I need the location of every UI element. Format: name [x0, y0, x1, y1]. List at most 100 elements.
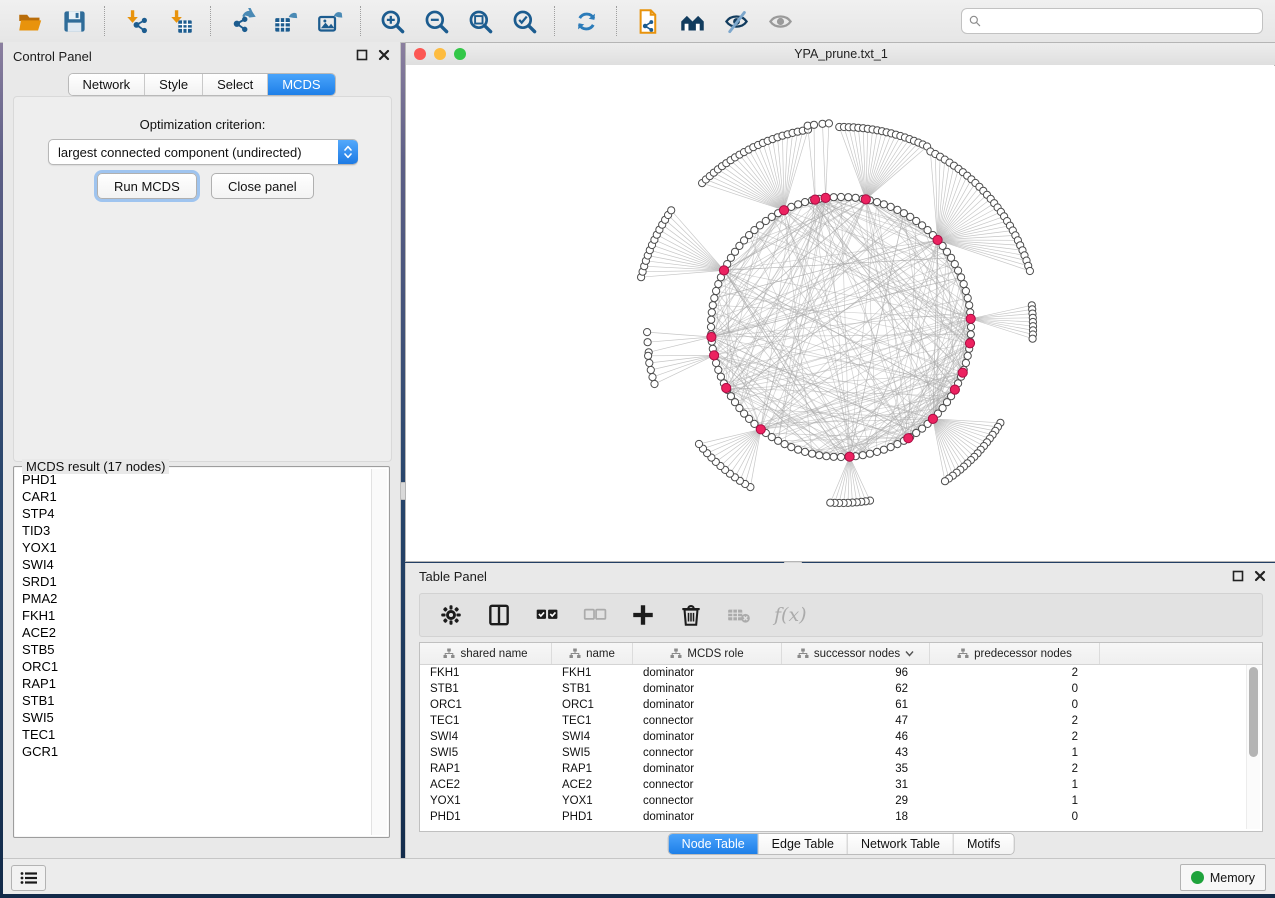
hide-selected-button[interactable] — [721, 6, 751, 36]
mcds-result-item[interactable]: ORC1 — [16, 658, 371, 675]
ring-node[interactable] — [873, 448, 880, 455]
select-all-rows-button[interactable] — [534, 602, 560, 628]
add-column-button[interactable] — [630, 602, 656, 628]
mcds-hub-node[interactable] — [950, 385, 959, 394]
mcds-result-item[interactable]: STB1 — [16, 692, 371, 709]
table-row[interactable]: TEC1TEC1connector472 — [420, 713, 1262, 729]
mcds-result-item[interactable]: YOX1 — [16, 539, 371, 556]
ring-node[interactable] — [845, 194, 852, 201]
show-hidden-button[interactable] — [765, 6, 795, 36]
network-graph-canvas[interactable] — [406, 65, 1274, 560]
float-panel-icon[interactable] — [356, 49, 368, 61]
tab-select[interactable]: Select — [202, 74, 267, 95]
mcds-hub-node[interactable] — [966, 314, 975, 323]
ring-node[interactable] — [967, 331, 974, 338]
tab-motifs[interactable]: Motifs — [953, 834, 1013, 854]
tab-network[interactable]: Network — [68, 74, 144, 95]
float-table-panel-icon[interactable] — [1232, 570, 1244, 582]
ring-node[interactable] — [962, 359, 969, 366]
ring-node[interactable] — [880, 446, 887, 453]
ring-node[interactable] — [964, 295, 971, 302]
mcds-result-item[interactable]: ACE2 — [16, 624, 371, 641]
ring-node[interactable] — [964, 352, 971, 359]
mcds-result-item[interactable]: SRD1 — [16, 573, 371, 590]
tab-mcds[interactable]: MCDS — [267, 74, 334, 95]
table-row[interactable]: STB1STB1dominator620 — [420, 681, 1262, 697]
ring-node[interactable] — [707, 323, 714, 330]
ring-node[interactable] — [966, 302, 973, 309]
mcds-result-item[interactable]: STB5 — [16, 641, 371, 658]
ring-node[interactable] — [713, 359, 720, 366]
ring-node[interactable] — [795, 201, 802, 208]
ring-node[interactable] — [823, 453, 830, 460]
save-button[interactable] — [59, 6, 89, 36]
ring-node[interactable] — [708, 309, 715, 316]
mcds-result-item[interactable]: SWI4 — [16, 556, 371, 573]
zoom-fit-button[interactable] — [465, 6, 495, 36]
leaf-node[interactable] — [1026, 267, 1033, 274]
search-input[interactable] — [986, 13, 1256, 29]
open-folder-button[interactable] — [15, 6, 45, 36]
ring-node[interactable] — [801, 448, 808, 455]
leaf-node[interactable] — [827, 499, 834, 506]
table-row[interactable]: RAP1RAP1dominator352 — [420, 761, 1262, 777]
ring-node[interactable] — [711, 295, 718, 302]
mcds-result-list[interactable]: PHD1CAR1STP4TID3YOX1SWI4SRD1PMA2FKH1ACE2… — [16, 471, 371, 835]
run-mcds-button[interactable]: Run MCDS — [97, 173, 197, 199]
search-box[interactable] — [961, 8, 1263, 34]
mcds-hub-node[interactable] — [779, 206, 788, 215]
mcds-hub-node[interactable] — [958, 368, 967, 377]
leaf-node[interactable] — [651, 380, 658, 387]
close-table-panel-icon[interactable] — [1254, 570, 1266, 582]
mcds-result-item[interactable]: TID3 — [16, 522, 371, 539]
table-row[interactable]: SWI4SWI4dominator462 — [420, 729, 1262, 745]
table-row[interactable]: ORC1ORC1dominator610 — [420, 697, 1262, 713]
ring-node[interactable] — [967, 323, 974, 330]
mcds-hub-node[interactable] — [845, 452, 854, 461]
mcds-result-item[interactable]: FKH1 — [16, 607, 371, 624]
ring-node[interactable] — [709, 302, 716, 309]
mcds-result-item[interactable]: GCR1 — [16, 743, 371, 760]
leaf-node[interactable] — [810, 121, 817, 128]
mcds-hub-node[interactable] — [707, 332, 716, 341]
leaf-node[interactable] — [647, 366, 654, 373]
ring-node[interactable] — [837, 193, 844, 200]
mcds-hub-node[interactable] — [904, 434, 913, 443]
column-header-shared-name[interactable]: shared name — [420, 643, 552, 664]
leaf-node[interactable] — [668, 207, 675, 214]
mcds-result-item[interactable]: TEC1 — [16, 726, 371, 743]
export-image-button[interactable] — [315, 6, 345, 36]
mcds-hub-node[interactable] — [928, 414, 937, 423]
ring-node[interactable] — [801, 199, 808, 206]
ring-node[interactable] — [887, 444, 894, 451]
show-all-button[interactable] — [677, 6, 707, 36]
mcds-result-item[interactable]: PMA2 — [16, 590, 371, 607]
mcds-hub-node[interactable] — [965, 339, 974, 348]
ring-node[interactable] — [816, 452, 823, 459]
leaf-node[interactable] — [941, 478, 948, 485]
table-row[interactable]: YOX1YOX1connector291 — [420, 793, 1262, 809]
mcds-hub-node[interactable] — [719, 266, 728, 275]
tab-edge-table[interactable]: Edge Table — [758, 834, 847, 854]
mcds-result-item[interactable]: CAR1 — [16, 488, 371, 505]
export-network-button[interactable] — [227, 6, 257, 36]
ring-node[interactable] — [713, 287, 720, 294]
ring-node[interactable] — [852, 194, 859, 201]
leaf-node[interactable] — [646, 359, 653, 366]
ring-node[interactable] — [715, 281, 722, 288]
tab-style[interactable]: Style — [144, 74, 202, 95]
ring-node[interactable] — [887, 203, 894, 210]
column-header-predecessor-nodes[interactable]: predecessor nodes — [930, 643, 1100, 664]
mcds-hub-node[interactable] — [933, 235, 942, 244]
import-table-button[interactable] — [165, 6, 195, 36]
mcds-result-scrollbar[interactable] — [371, 469, 387, 835]
leaf-node[interactable] — [644, 329, 651, 336]
import-network-button[interactable] — [121, 6, 151, 36]
task-history-button[interactable] — [11, 865, 46, 891]
tab-network-table[interactable]: Network Table — [847, 834, 953, 854]
mcds-hub-node[interactable] — [811, 195, 820, 204]
export-table-button[interactable] — [271, 6, 301, 36]
memory-button[interactable]: Memory — [1180, 864, 1266, 891]
node-table-scrollbar[interactable] — [1246, 665, 1260, 829]
tab-node-table[interactable]: Node Table — [669, 834, 758, 854]
